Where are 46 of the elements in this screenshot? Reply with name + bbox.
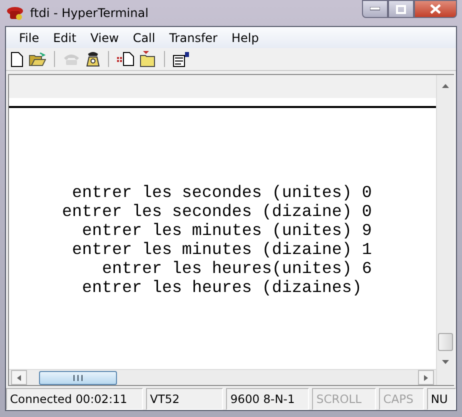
down-arrow-icon[interactable] [442, 360, 449, 364]
menu-item[interactable]: Help [224, 30, 266, 44]
properties-icon [173, 52, 190, 66]
scroll-left-button[interactable] [11, 370, 27, 385]
terminal-line: entrer les heures(unites) 6 [102, 260, 372, 279]
minimize-button[interactable] [362, 0, 388, 18]
horizontal-scrollbar[interactable] [9, 369, 436, 385]
new-button[interactable] [8, 49, 26, 69]
close-button[interactable] [414, 0, 457, 18]
maximize-button[interactable] [388, 0, 414, 18]
menu-item[interactable]: Call [126, 30, 162, 44]
send-button[interactable] [114, 49, 137, 69]
status-panel: VT52 [146, 388, 224, 410]
folder-icon [29, 52, 46, 66]
scrollbar-thumb[interactable] [39, 370, 117, 384]
terminal-line: entrer les minutes (unites) 9 [82, 222, 372, 241]
terminal-line: entrer les heures (dizaines) [82, 279, 362, 298]
terminal-line: entrer les minutes (dizaine) 1 [72, 241, 372, 260]
telephone-icon [86, 51, 100, 67]
scroll-right-button[interactable] [418, 370, 434, 385]
terminal-line: entrer les secondes (unites) 0 [72, 184, 372, 203]
maximize-icon [396, 4, 406, 14]
grip-icon [73, 374, 83, 380]
close-icon [430, 4, 441, 14]
minimize-icon [370, 7, 380, 11]
folder-icon [140, 51, 156, 67]
status-panel: CAPS [379, 388, 424, 410]
status-panel: Connected 00:02:11 [6, 388, 143, 410]
left-arrow-icon [17, 374, 21, 380]
terminal-line: entrer les secondes (dizaine) 0 [62, 203, 372, 222]
status-panel: NU [426, 388, 456, 410]
status-panel: 9600 8-N-1 [226, 388, 310, 410]
vertical-scrollbar[interactable] [436, 75, 454, 385]
send-file-icon [117, 52, 134, 66]
menu-item[interactable]: File [12, 30, 46, 44]
up-arrow-icon[interactable] [442, 84, 449, 88]
menu-item[interactable]: Edit [46, 30, 84, 44]
window-title: ftdi - HyperTerminal [30, 6, 148, 20]
menu-item[interactable]: View [83, 30, 126, 44]
menu-item[interactable]: Transfer [162, 30, 224, 44]
document-icon [11, 52, 23, 66]
telephone-icon [63, 52, 80, 66]
status-panel: SCROLL [312, 388, 376, 410]
scrollbar-thumb[interactable] [438, 333, 453, 351]
telephone-icon [6, 5, 24, 21]
right-arrow-icon [424, 374, 428, 380]
